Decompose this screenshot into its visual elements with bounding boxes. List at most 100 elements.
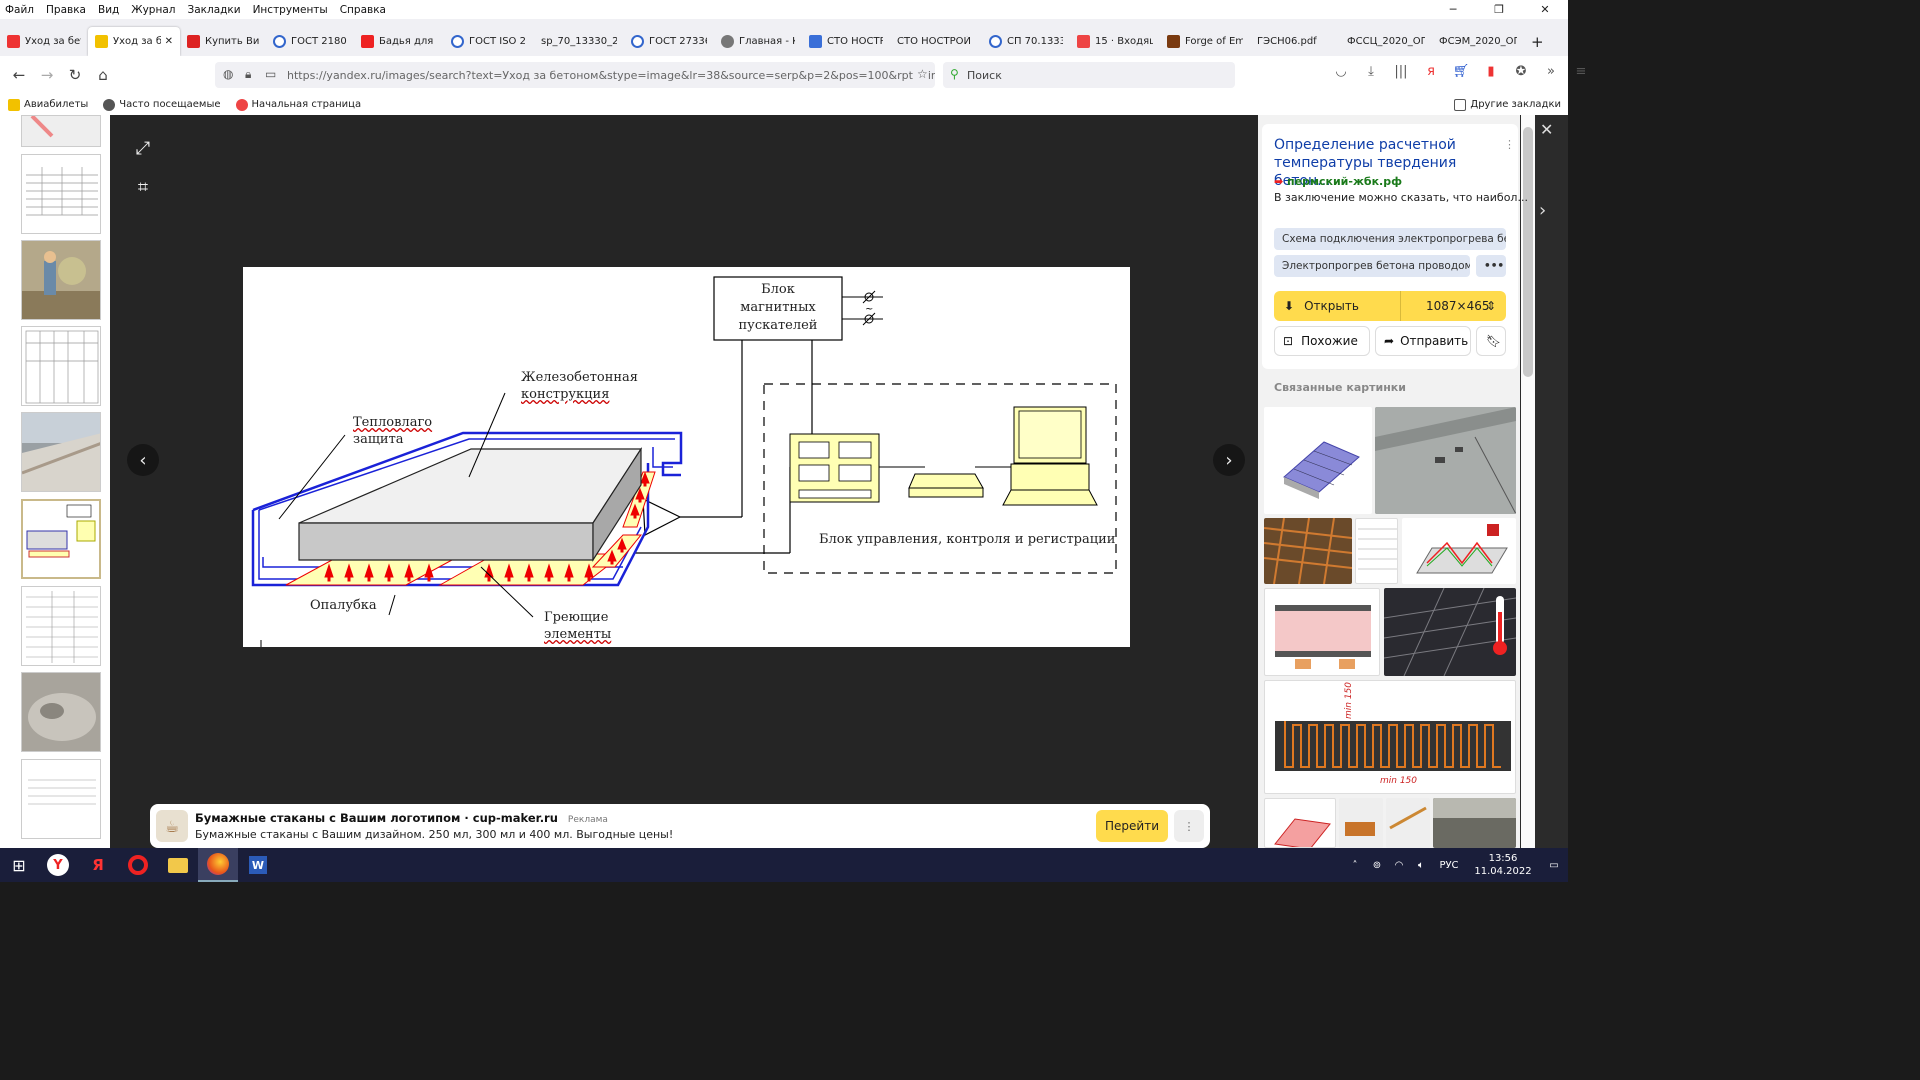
thumbnail[interactable] [21, 326, 101, 406]
tab-12[interactable]: 15 · Входящи [1070, 27, 1160, 56]
volume-icon[interactable]: 🔈︎ [1410, 860, 1432, 871]
menu-view[interactable]: Вид [93, 4, 126, 16]
card-more-icon[interactable]: ⋮ [1504, 138, 1515, 151]
tab-15[interactable]: ФССЦ_2020_ОП [1340, 27, 1432, 56]
tab-4[interactable]: Бадья для бе [354, 27, 444, 56]
thumbnail[interactable] [21, 759, 101, 839]
thumbnail[interactable] [21, 672, 101, 752]
send-button[interactable]: ➦ Отправить [1375, 326, 1471, 356]
thumbnail[interactable] [21, 240, 101, 320]
scrollbar-thumb[interactable] [1523, 127, 1533, 377]
download-icon[interactable]: ⤓ [1360, 64, 1382, 79]
taskbar-opera[interactable] [118, 848, 158, 882]
new-tab-button[interactable]: + [1524, 27, 1550, 56]
windows-start-icon[interactable]: ⊞ [0, 848, 38, 882]
tab-7[interactable]: ГОСТ 27336- [624, 27, 714, 56]
restore-button[interactable]: ❐ [1476, 0, 1522, 19]
overflow-icon[interactable]: » [1540, 64, 1562, 79]
forward-button[interactable]: → [33, 61, 61, 89]
size-select-icon[interactable]: ⇕ [1486, 299, 1496, 313]
bookmark-other[interactable]: Другие закладки [1446, 98, 1568, 111]
yandex-toolbar-icon[interactable]: я [1420, 64, 1442, 79]
menu-file[interactable]: Файл [0, 4, 41, 16]
lock-icon[interactable]: 🔒︎ [245, 67, 251, 82]
open-image-button[interactable]: ⬇ Открыть 1087×465 ⇕ [1274, 291, 1506, 321]
tab-16[interactable]: ФСЭМ_2020_ОП [1432, 27, 1524, 56]
tab-8[interactable]: Главная - Кл [714, 27, 802, 56]
tab-1-active[interactable]: Уход за бе✕ [88, 27, 180, 56]
panel-next-icon[interactable]: › [1539, 200, 1546, 221]
related-image[interactable] [1386, 798, 1430, 848]
ad-menu-icon[interactable]: ⋮ [1174, 810, 1204, 842]
related-image[interactable] [1355, 518, 1398, 584]
bookmark-icon[interactable]: 🔖︎ [1476, 326, 1506, 356]
taskbar-firefox[interactable] [198, 848, 238, 882]
pocket-icon[interactable]: ◡ [1330, 64, 1352, 79]
next-image-button[interactable]: › [1213, 444, 1245, 476]
notifications-icon[interactable]: ▭ [1540, 860, 1568, 871]
tag-chip-2[interactable]: Электропрогрев бетона проводом ... [1274, 255, 1470, 277]
prev-image-button[interactable]: ‹ [127, 444, 159, 476]
crop-icon[interactable]: ⌗ [127, 171, 159, 203]
menu-history[interactable]: Журнал [126, 4, 182, 16]
fullscreen-icon[interactable]: ⤢ [127, 132, 159, 164]
similar-button[interactable]: ⊡ Похожие [1274, 326, 1370, 356]
ad-go-button[interactable]: Перейти [1096, 810, 1168, 842]
tab-6[interactable]: sp_70_13330_201 [534, 27, 624, 56]
cart-icon[interactable]: 🛒︎ [1450, 64, 1472, 79]
hamburger-menu-icon[interactable]: ≡ [1570, 64, 1592, 79]
menu-help[interactable]: Справка [335, 4, 393, 16]
back-button[interactable]: ← [5, 61, 33, 89]
thumbnail[interactable] [21, 154, 101, 234]
close-tab-icon[interactable]: ✕ [165, 36, 173, 47]
taskbar-yandex[interactable]: Я [78, 848, 118, 882]
related-image[interactable]: min 150 min 150 [1264, 680, 1516, 794]
reload-button[interactable]: ↻ [61, 61, 89, 89]
tab-11[interactable]: СП 70.13330 [982, 27, 1070, 56]
thumbnail-selected[interactable] [21, 499, 101, 579]
bookmark-start-page[interactable]: Начальная страница [228, 98, 369, 111]
url-bar[interactable]: ◍ 🔒︎ ▭ https://yandex.ru/images/search?t… [215, 62, 935, 88]
close-viewer-icon[interactable]: ✕ [1540, 120, 1553, 139]
more-tags-button[interactable]: ••• [1476, 255, 1506, 277]
related-image[interactable] [1264, 798, 1336, 848]
bookmark-star-icon[interactable]: ☆ [913, 67, 928, 81]
related-image[interactable] [1264, 588, 1380, 676]
tab-0[interactable]: Уход за бето [0, 27, 88, 56]
close-window-button[interactable]: ✕ [1522, 0, 1568, 19]
scrollbar[interactable] [1521, 115, 1535, 848]
language-indicator[interactable]: РУС [1432, 860, 1466, 871]
thumbnail[interactable] [21, 586, 101, 666]
thumbnail[interactable] [21, 412, 101, 492]
taskbar-explorer[interactable] [158, 848, 198, 882]
related-image[interactable] [1433, 798, 1516, 848]
related-image[interactable] [1384, 588, 1516, 676]
search-box[interactable]: ⚲ Поиск [943, 62, 1235, 88]
library-icon[interactable]: ||| [1390, 64, 1412, 79]
minimize-button[interactable]: ─ [1430, 0, 1476, 19]
tab-5[interactable]: ГОСТ ISO 21: [444, 27, 534, 56]
extensions-icon[interactable]: ✪ [1510, 64, 1532, 79]
bookmark-most-visited[interactable]: Часто посещаемые [95, 98, 227, 111]
tab-13[interactable]: Forge of Emp [1160, 27, 1250, 56]
tab-14[interactable]: ГЭСН06.pdf [1250, 27, 1340, 56]
tab-2[interactable]: Купить Вибр [180, 27, 266, 56]
tab-3[interactable]: ГОСТ 21807- [266, 27, 354, 56]
taskbar-yandex-browser[interactable]: Y [38, 848, 78, 882]
permissions-icon[interactable]: ▭ [265, 67, 276, 81]
home-button[interactable]: ⌂ [89, 61, 117, 89]
tag-chip-1[interactable]: Схема подключения электропрогрева бет... [1274, 228, 1506, 250]
related-image[interactable] [1402, 518, 1516, 584]
menu-tools[interactable]: Инструменты [248, 4, 335, 16]
ad-title[interactable]: Бумажные стаканы с Вашим логотипом · cup… [195, 811, 608, 825]
source-site[interactable]: ➡ пермский-жбк.рф [1274, 175, 1402, 188]
thumbnail[interactable] [21, 115, 101, 147]
related-image[interactable] [1375, 407, 1516, 514]
clock[interactable]: 13:56 11.04.2022 [1466, 852, 1540, 878]
wifi-icon[interactable]: ◠ [1388, 860, 1410, 871]
related-image[interactable] [1339, 798, 1383, 848]
tab-9[interactable]: СТО НОСТР [802, 27, 890, 56]
menu-bookmarks[interactable]: Закладки [182, 4, 247, 16]
taskbar-word[interactable]: W [238, 848, 278, 882]
related-image[interactable] [1264, 407, 1372, 514]
